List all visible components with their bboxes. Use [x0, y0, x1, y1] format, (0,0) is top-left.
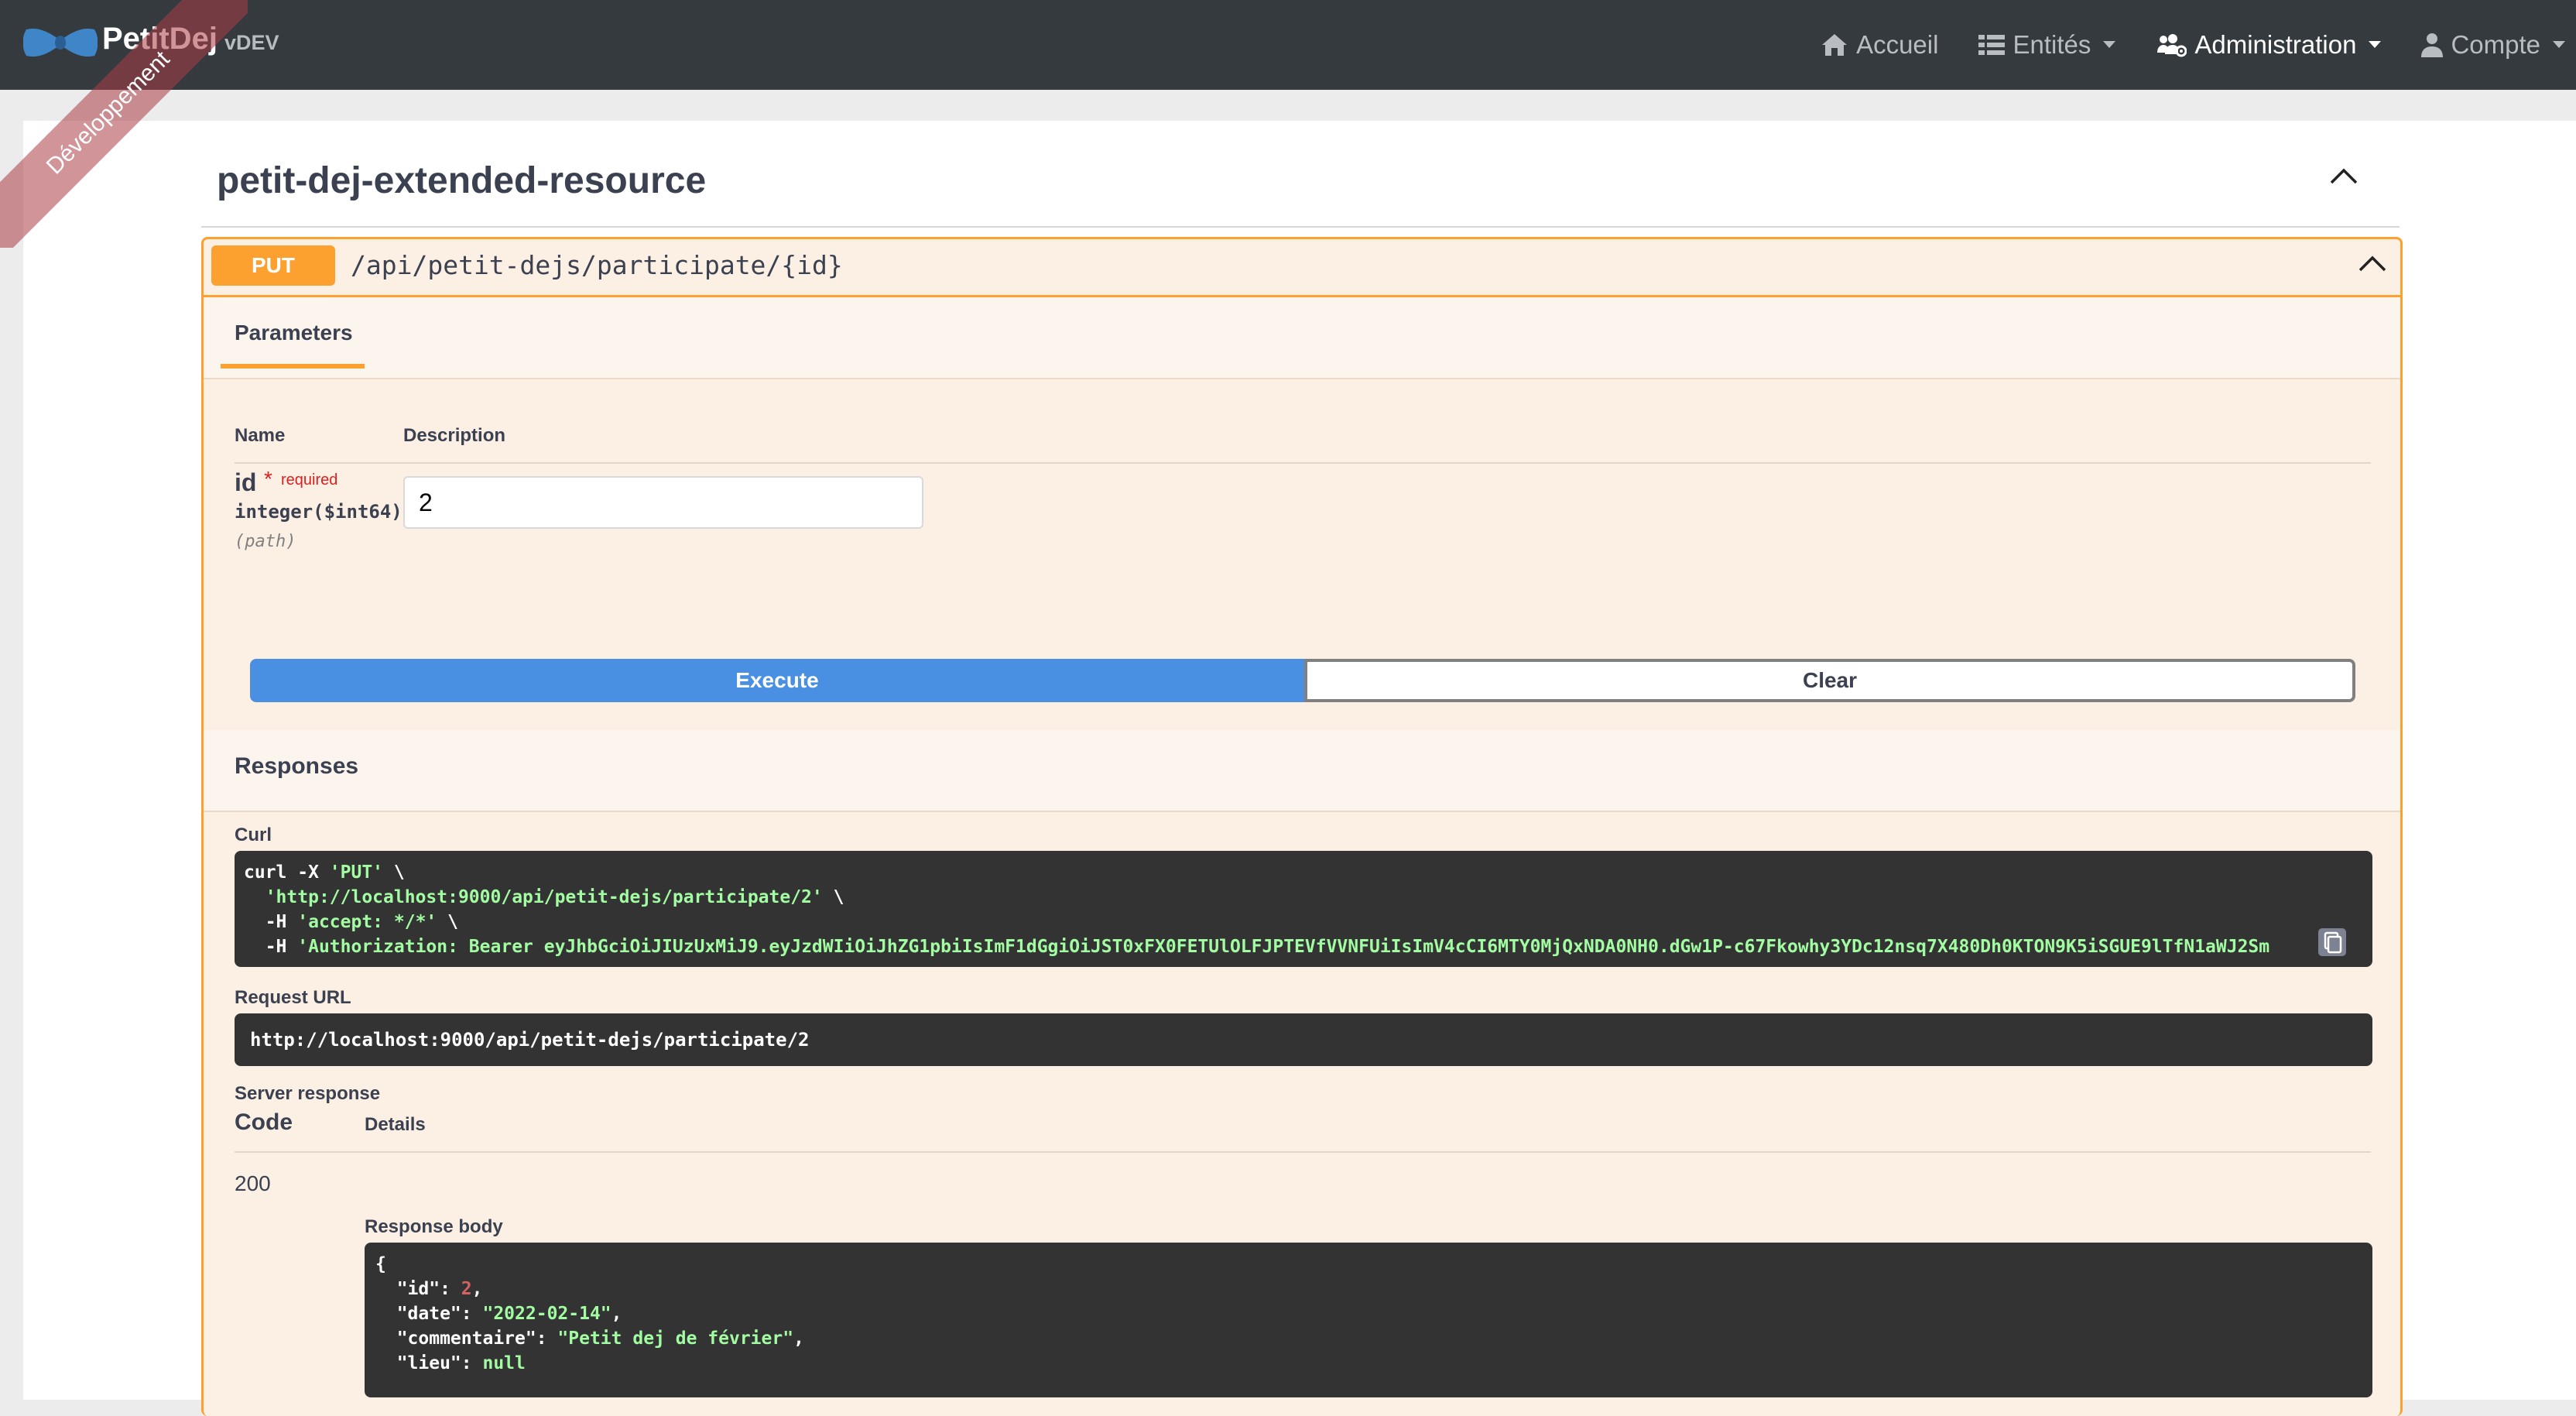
required-label: required	[281, 471, 338, 489]
column-description: Description	[403, 425, 506, 446]
response-body[interactable]: { "id": 2, "date": "2022-02-14", "commen…	[365, 1243, 2372, 1397]
nav-menu: Accueil Entités Administration Compte	[1821, 0, 2576, 90]
param-type: integer($int64)	[235, 501, 402, 523]
clear-button[interactable]: Clear	[1304, 659, 2355, 702]
chevron-up-icon[interactable]	[2330, 167, 2358, 188]
tab-parameters[interactable]: Parameters	[235, 321, 353, 345]
operation-path: /api/petit-dejs/participate/{id}	[351, 250, 843, 280]
divider	[235, 1151, 2371, 1153]
user-icon	[2421, 33, 2444, 57]
response-body-label: Response body	[365, 1216, 503, 1237]
nav-home-label: Accueil	[1856, 30, 1939, 59]
responses-title: Responses	[235, 753, 359, 779]
tab-underline	[221, 364, 365, 369]
copy-to-clipboard-icon[interactable]	[2318, 928, 2346, 960]
tag-title[interactable]: petit-dej-extended-resource	[217, 159, 706, 202]
users-cog-icon	[2156, 33, 2187, 57]
nav-account[interactable]: Compte	[2421, 30, 2565, 60]
param-name: id	[235, 468, 257, 496]
nav-entities[interactable]: Entités	[1978, 30, 2116, 60]
nav-administration[interactable]: Administration	[2156, 30, 2382, 60]
column-details: Details	[365, 1114, 426, 1135]
required-star: *	[264, 467, 272, 491]
bowtie-logo-icon[interactable]	[23, 25, 98, 60]
chevron-down-icon	[2103, 41, 2116, 49]
divider	[235, 462, 2371, 464]
param-location: (path)	[235, 532, 296, 551]
response-code: 200	[235, 1171, 271, 1195]
operation-block: PUT /api/petit-dejs/participate/{id} Par…	[201, 237, 2403, 1416]
method-badge: PUT	[211, 245, 335, 286]
table-list-icon	[1978, 33, 2006, 57]
chevron-down-icon	[2369, 41, 2382, 49]
nav-entities-label: Entités	[2012, 30, 2091, 59]
chevron-up-icon[interactable]	[2358, 255, 2386, 276]
responses-header: Responses	[204, 730, 2400, 812]
column-code: Code	[235, 1109, 293, 1135]
id-input[interactable]	[403, 476, 923, 529]
main-content: petit-dej-extended-resource PUT /api/pet…	[23, 121, 2576, 1416]
column-name: Name	[235, 425, 286, 446]
navbar: PetitDej vDEV Accueil Entités Administra…	[0, 0, 2576, 90]
execute-button[interactable]: Execute	[250, 659, 1304, 702]
curl-command[interactable]: curl -X 'PUT' \ 'http://localhost:9000/a…	[235, 851, 2372, 967]
parameters-header: Parameters	[204, 297, 2400, 379]
divider	[201, 226, 2400, 228]
brand-name[interactable]: PetitDej	[102, 22, 218, 57]
curl-label: Curl	[235, 825, 272, 845]
nav-home[interactable]: Accueil	[1821, 30, 1938, 60]
chevron-down-icon	[2553, 41, 2565, 49]
nav-administration-label: Administration	[2194, 30, 2357, 59]
nav-account-label: Compte	[2451, 30, 2540, 59]
brand-version: vDEV	[224, 31, 279, 54]
server-response-label: Server response	[235, 1083, 381, 1104]
request-url[interactable]: http://localhost:9000/api/petit-dejs/par…	[235, 1013, 2372, 1066]
operation-summary[interactable]: PUT /api/petit-dejs/participate/{id}	[204, 239, 2400, 297]
request-url-label: Request URL	[235, 987, 351, 1008]
home-icon	[1821, 33, 1848, 57]
